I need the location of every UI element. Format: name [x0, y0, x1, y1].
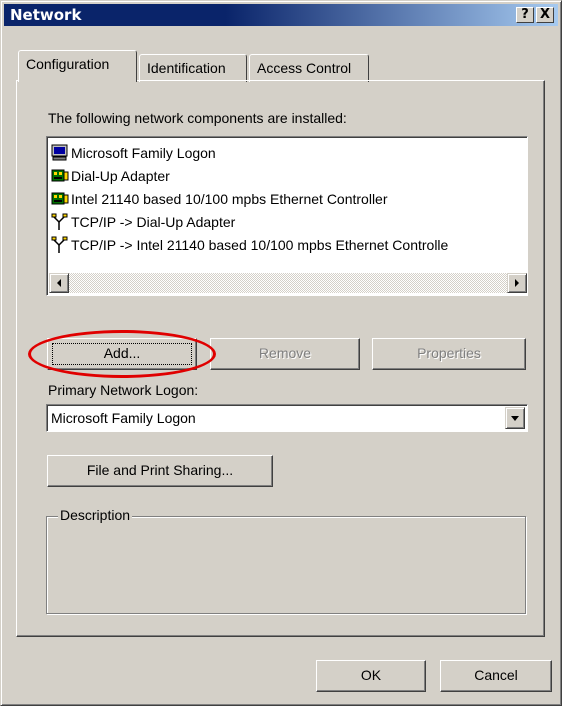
remove-button[interactable]: Remove — [210, 338, 360, 370]
tab-identification[interactable]: Identification — [139, 54, 247, 82]
ok-button[interactable]: OK — [316, 660, 426, 692]
network-adapter-icon — [51, 169, 69, 182]
arrow-right-icon — [515, 279, 519, 287]
scroll-right-button[interactable] — [507, 273, 527, 293]
tab-access-control[interactable]: Access Control — [249, 54, 369, 82]
network-client-icon — [51, 144, 68, 161]
window-title: Network — [10, 6, 82, 24]
components-list[interactable]: Microsoft Family Logon Dial-Up Adapter I… — [46, 136, 528, 296]
close-button[interactable]: X — [536, 7, 554, 23]
components-label: The following network components are ins… — [48, 110, 347, 126]
add-button[interactable]: Add... — [47, 338, 197, 370]
focus-rectangle — [52, 343, 192, 365]
properties-button[interactable]: Properties — [372, 338, 526, 370]
network-adapter-icon — [51, 192, 69, 205]
title-bar[interactable]: Network ? X — [4, 4, 558, 26]
primary-logon-select[interactable]: Microsoft Family Logon — [46, 404, 528, 432]
primary-logon-value: Microsoft Family Logon — [51, 410, 196, 426]
protocol-icon — [51, 236, 68, 253]
cancel-button[interactable]: Cancel — [440, 660, 552, 692]
scroll-left-button[interactable] — [49, 273, 69, 293]
tab-configuration[interactable]: Configuration — [18, 50, 137, 82]
primary-logon-label: Primary Network Logon: — [48, 382, 199, 398]
description-group — [46, 516, 526, 614]
file-print-sharing-button[interactable]: File and Print Sharing... — [47, 455, 273, 487]
description-label: Description — [58, 507, 133, 523]
horizontal-scrollbar[interactable] — [49, 273, 527, 293]
protocol-icon — [51, 213, 68, 230]
help-button[interactable]: ? — [516, 7, 534, 23]
dropdown-button[interactable] — [505, 407, 525, 429]
chevron-down-icon — [511, 416, 519, 421]
arrow-left-icon — [57, 279, 61, 287]
